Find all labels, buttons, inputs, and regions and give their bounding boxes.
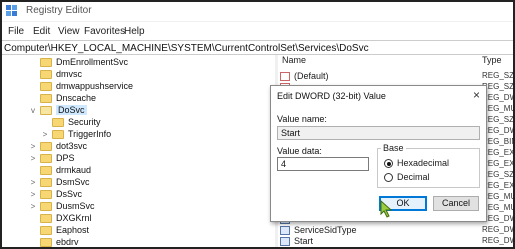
- tree-item-label: dmvsc: [56, 69, 83, 79]
- address-path[interactable]: Computer\HKEY_LOCAL_MACHINE\SYSTEM\Curre…: [4, 43, 369, 54]
- tree-item-label: drmkaud: [56, 165, 92, 175]
- tree-item[interactable]: > DPS: [31, 153, 260, 164]
- menu-favorites[interactable]: Favorites: [84, 26, 125, 37]
- folder-icon: [40, 202, 52, 211]
- address-bar[interactable]: Computer\HKEY_LOCAL_MACHINE\SYSTEM\Curre…: [0, 40, 515, 55]
- tree-item[interactable]: DmEnrollmentSvc: [40, 57, 260, 68]
- tree-item[interactable]: > DsmSvc: [31, 177, 260, 188]
- hexadecimal-radio[interactable]: [384, 159, 393, 168]
- tree-item-label: DusmSvc: [56, 201, 95, 211]
- tree-item[interactable]: Security: [52, 117, 272, 128]
- menu-view[interactable]: View: [58, 26, 80, 37]
- folder-icon: [40, 238, 52, 247]
- decimal-radio[interactable]: [384, 173, 393, 182]
- decimal-label[interactable]: Decimal: [397, 172, 430, 182]
- base-label: Base: [381, 143, 406, 153]
- menu-edit[interactable]: Edit: [33, 26, 50, 37]
- menu-help[interactable]: Help: [124, 26, 145, 37]
- folder-icon: [40, 178, 52, 187]
- dialog-title: Edit DWORD (32-bit) Value: [277, 91, 386, 101]
- folder-icon: [40, 226, 52, 235]
- tree-item[interactable]: drmkaud: [40, 165, 260, 176]
- tree-item[interactable]: Eaphost: [40, 225, 260, 236]
- binary-value-icon: [280, 237, 290, 246]
- tree-item[interactable]: > DusmSvc: [31, 201, 260, 212]
- tree-item[interactable]: ebdrv: [40, 237, 260, 248]
- value-name-label: Value name:: [277, 114, 327, 124]
- tree-item-label: dot3svc: [56, 141, 88, 151]
- tree-item[interactable]: v DoSvc: [31, 105, 260, 116]
- folder-icon: [52, 130, 64, 139]
- tree-item-label: Eaphost: [56, 225, 90, 235]
- value-row[interactable]: ServiceSidType REG_DW: [278, 225, 515, 236]
- folder-icon: [40, 166, 52, 175]
- folder-icon: [40, 142, 52, 151]
- value-type: REG_DW: [482, 225, 515, 234]
- folder-icon: [52, 118, 64, 127]
- tree-item-label: DXGKrnl: [56, 213, 92, 223]
- value-name: (Default): [294, 71, 329, 81]
- tree-item-label: DsSvc: [56, 189, 83, 199]
- tree-item-label: DoSvc: [56, 105, 87, 115]
- tree-item-label: Security: [68, 117, 101, 127]
- tree-item[interactable]: dmwappushservice: [40, 81, 260, 92]
- folder-icon: [40, 190, 52, 199]
- folder-icon: [40, 154, 52, 163]
- binary-value-icon: [280, 226, 290, 235]
- base-groupbox: Base Hexadecimal Decimal: [377, 143, 480, 188]
- tree-item[interactable]: > DsSvc: [31, 189, 260, 200]
- tree-item-label: DmEnrollmentSvc: [56, 57, 129, 67]
- tree-item[interactable]: DXGKrnl: [40, 213, 260, 224]
- folder-icon: [40, 94, 52, 103]
- value-name-field: Start: [277, 126, 480, 140]
- menu-file[interactable]: File: [8, 26, 24, 37]
- mouse-cursor-icon: [380, 200, 393, 218]
- value-data-input[interactable]: 4: [277, 157, 369, 171]
- folder-icon: [40, 58, 52, 67]
- tree-item-label: dmwappushservice: [56, 81, 134, 91]
- tree-item-label: Dnscache: [56, 93, 97, 103]
- chevron-right-icon[interactable]: >: [29, 178, 37, 187]
- tree-item-label: TriggerInfo: [68, 129, 112, 139]
- value-name: ServiceSidType: [294, 225, 357, 235]
- value-row[interactable]: (Default) REG_SZ: [278, 71, 515, 82]
- folder-icon: [40, 70, 52, 79]
- folder-icon: [40, 106, 52, 115]
- tree-item-label: DPS: [56, 153, 75, 163]
- column-header-type[interactable]: Type: [482, 55, 502, 68]
- menu-bar: File Edit View Favorites Help: [0, 22, 515, 40]
- window-title: Registry Editor: [26, 5, 92, 16]
- chevron-down-icon[interactable]: v: [29, 106, 37, 115]
- registry-editor-window: Registry Editor File Edit View Favorites…: [0, 0, 515, 249]
- column-header-name[interactable]: Name: [282, 55, 306, 68]
- title-bar: Registry Editor: [0, 0, 515, 22]
- registry-editor-icon: [6, 5, 17, 16]
- chevron-right-icon[interactable]: >: [29, 202, 37, 211]
- chevron-right-icon[interactable]: >: [41, 130, 49, 139]
- string-value-icon: [280, 72, 290, 81]
- value-data-label: Value data:: [277, 146, 322, 156]
- value-type: REG_DW: [482, 236, 515, 245]
- value-type: REG_SZ: [482, 71, 515, 80]
- folder-icon: [40, 214, 52, 223]
- tree-item[interactable]: Dnscache: [40, 93, 260, 104]
- chevron-right-icon[interactable]: >: [29, 142, 37, 151]
- chevron-right-icon[interactable]: >: [29, 154, 37, 163]
- hexadecimal-label[interactable]: Hexadecimal: [397, 158, 449, 168]
- cancel-button[interactable]: Cancel: [433, 196, 479, 211]
- value-name: Start: [294, 236, 314, 246]
- tree-item-label: ebdrv: [56, 237, 79, 247]
- value-row[interactable]: Start REG_DW: [278, 236, 515, 247]
- edit-dword-dialog: Edit DWORD (32-bit) Value × Value name: …: [270, 85, 487, 222]
- chevron-right-icon[interactable]: >: [29, 190, 37, 199]
- close-icon[interactable]: ×: [473, 88, 480, 102]
- registry-tree[interactable]: DmEnrollmentSvc dmvsc dmwappushservice Dnsc…: [0, 55, 275, 249]
- tree-item[interactable]: dmvsc: [40, 69, 260, 80]
- folder-icon: [40, 82, 52, 91]
- tree-item[interactable]: > TriggerInfo: [43, 129, 272, 140]
- tree-item-label: DsmSvc: [56, 177, 90, 187]
- tree-item[interactable]: > dot3svc: [31, 141, 260, 152]
